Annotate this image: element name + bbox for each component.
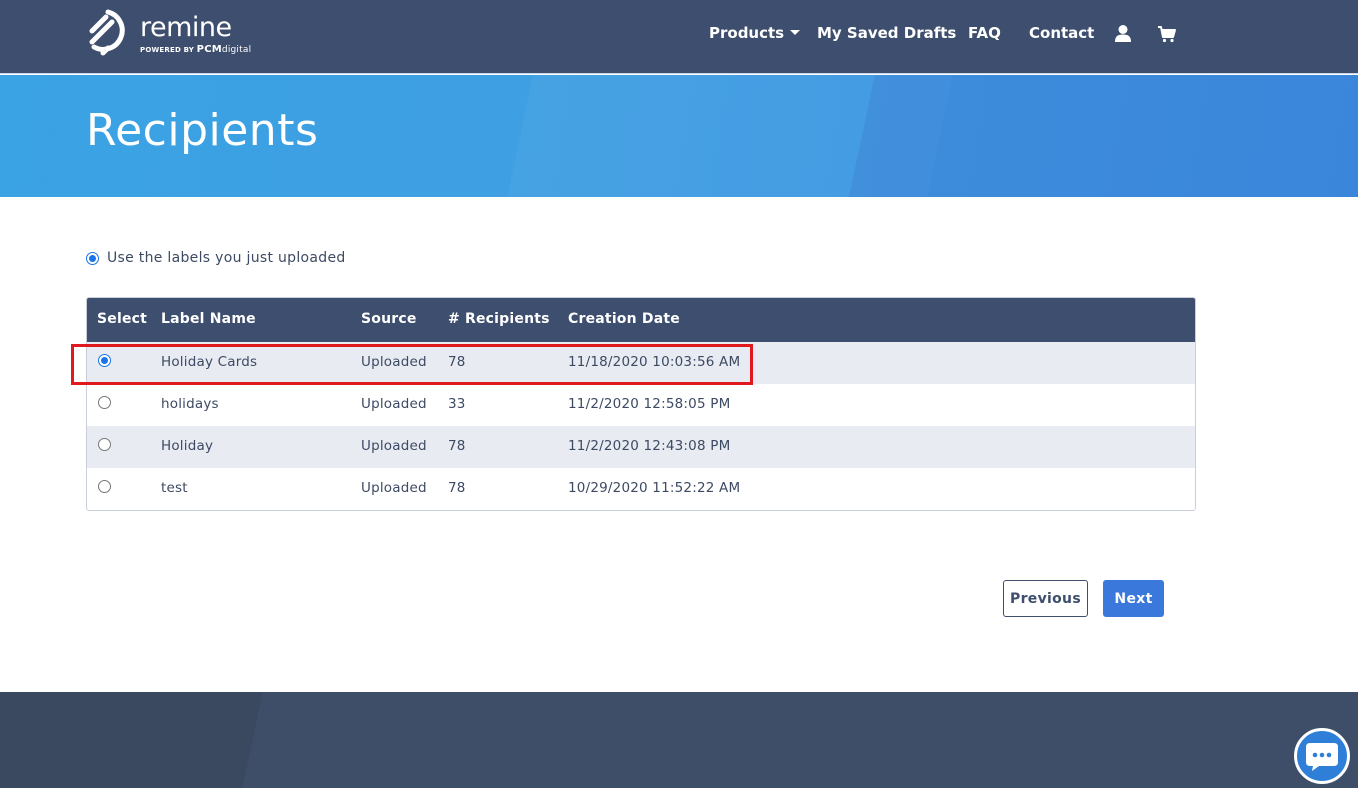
page-title: Recipients	[86, 105, 319, 156]
column-header-source: Source	[361, 311, 417, 327]
nav-faq[interactable]: FAQ	[968, 24, 1001, 42]
column-header-creation-date: Creation Date	[568, 311, 680, 327]
source-cell: Uploaded	[361, 438, 427, 454]
nav-products[interactable]: Products	[709, 24, 801, 42]
use-uploaded-labels-option[interactable]: Use the labels you just uploaded	[86, 250, 346, 266]
label-name-cell: holidays	[161, 396, 219, 412]
previous-button[interactable]: Previous	[1003, 580, 1088, 617]
nav-my-saved-drafts[interactable]: My Saved Drafts	[817, 24, 956, 42]
chevron-down-icon	[790, 29, 801, 35]
chat-bubble-icon	[1306, 743, 1338, 771]
source-cell: Uploaded	[361, 396, 427, 412]
table-header: Select Label Name Source # Recipients Cr…	[87, 298, 1195, 342]
table-row[interactable]: Holiday Uploaded 78 11/2/2020 12:43:08 P…	[87, 426, 1195, 468]
row-select-radio[interactable]	[98, 480, 111, 497]
table-row[interactable]: test Uploaded 78 10/29/2020 11:52:22 AM	[87, 468, 1195, 510]
page-footer	[0, 692, 1358, 788]
column-header-recipients: # Recipients	[448, 311, 550, 327]
remine-logo[interactable]: remine POWERED BY PCMdigital	[86, 9, 251, 61]
page-hero-banner: Recipients	[0, 75, 1358, 197]
hero-decoration	[840, 75, 1358, 197]
row-select-radio[interactable]	[98, 438, 111, 455]
selected-row-highlight-box	[71, 344, 753, 385]
use-uploaded-labels-radio[interactable]	[86, 251, 99, 265]
table-row[interactable]: holidays Uploaded 33 11/2/2020 12:58:05 …	[87, 384, 1195, 426]
labels-table: Select Label Name Source # Recipients Cr…	[86, 297, 1196, 511]
column-header-select: Select	[97, 311, 148, 327]
label-name-cell: test	[161, 480, 188, 496]
recipients-cell: 78	[448, 438, 466, 454]
nav-contact[interactable]: Contact	[1029, 24, 1094, 42]
label-name-cell: Holiday	[161, 438, 214, 454]
creation-date-cell: 10/29/2020 11:52:22 AM	[568, 480, 741, 496]
footer-decoration	[237, 692, 1358, 788]
chat-widget-button[interactable]	[1294, 728, 1350, 784]
logo-wordmark: remine	[140, 12, 232, 43]
source-cell: Uploaded	[361, 480, 427, 496]
creation-date-cell: 11/2/2020 12:58:05 PM	[568, 396, 731, 412]
column-header-label-name: Label Name	[161, 311, 256, 327]
row-select-radio[interactable]	[98, 396, 111, 413]
remine-logo-icon	[89, 9, 125, 56]
cart-icon[interactable]	[1157, 24, 1177, 44]
use-uploaded-labels-label: Use the labels you just uploaded	[107, 250, 346, 266]
recipients-cell: 78	[448, 480, 466, 496]
top-navbar: remine POWERED BY PCMdigital Products My…	[0, 0, 1358, 74]
recipients-cell: 33	[448, 396, 466, 412]
user-icon[interactable]	[1113, 24, 1133, 44]
logo-tagline: POWERED BY PCMdigital	[140, 44, 252, 55]
creation-date-cell: 11/2/2020 12:43:08 PM	[568, 438, 731, 454]
next-button[interactable]: Next	[1103, 580, 1164, 617]
